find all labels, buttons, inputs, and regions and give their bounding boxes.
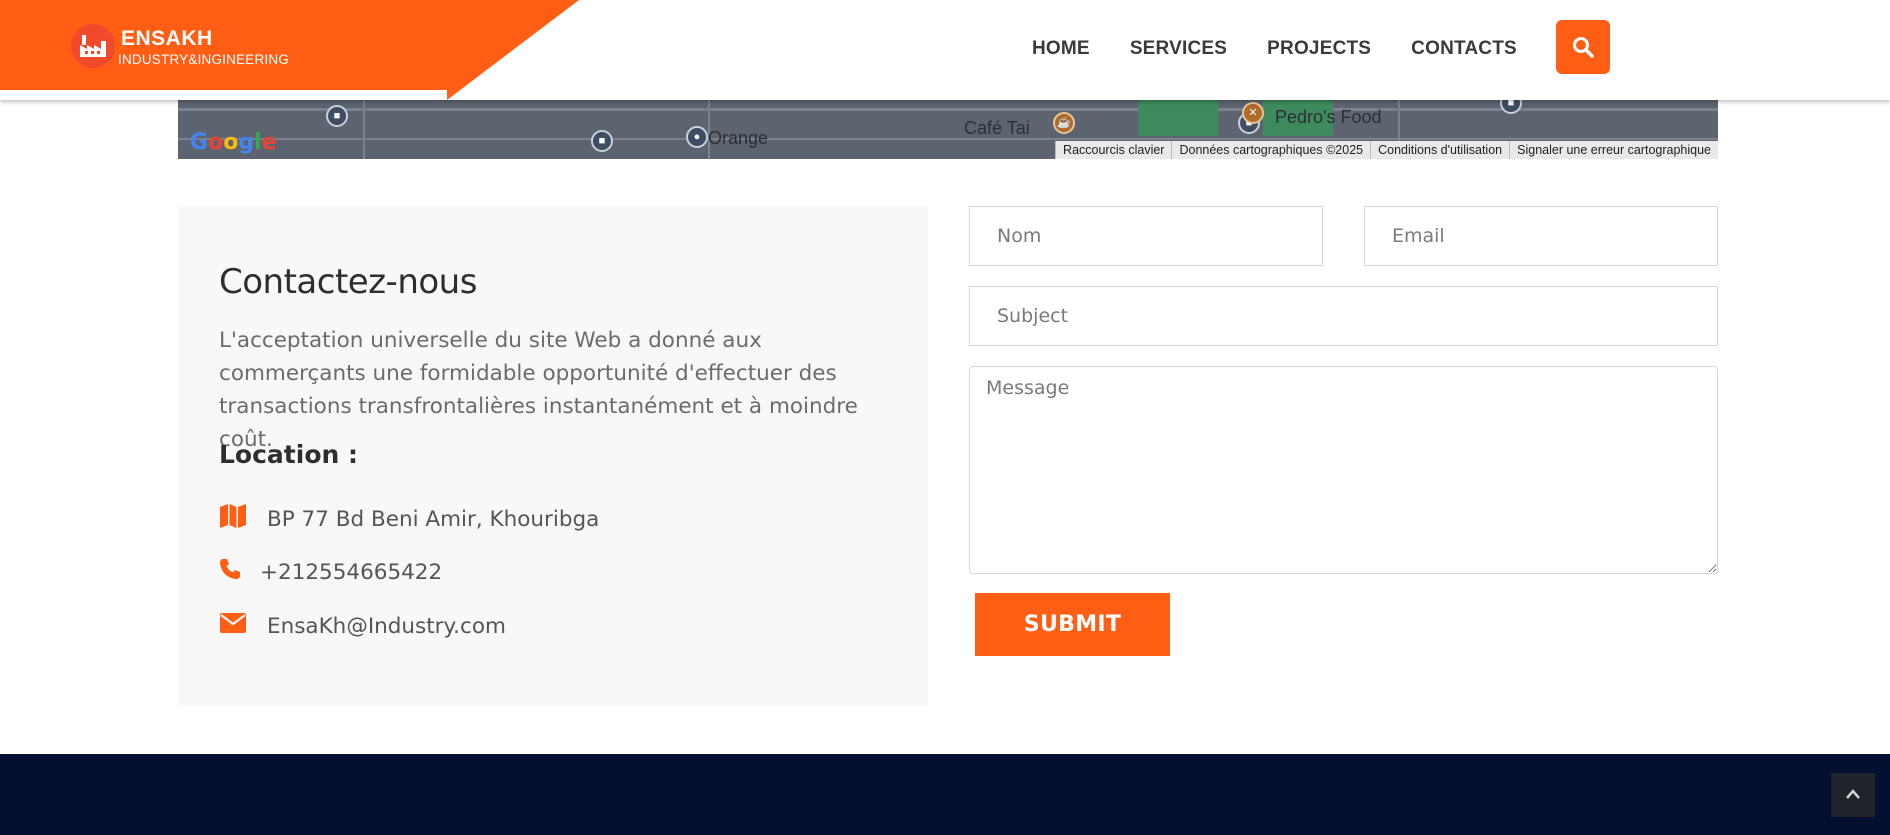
address-row: BP 77 Bd Beni Amir, Khouribga <box>219 503 599 535</box>
back-to-top-button[interactable] <box>1831 773 1875 817</box>
contact-heading: Contactez-nous <box>219 262 477 302</box>
address-text: BP 77 Bd Beni Amir, Khouribga <box>267 506 600 532</box>
nav-home[interactable]: HOME <box>1032 38 1090 60</box>
email-text: EnsaKh@Industry.com <box>267 613 506 639</box>
contact-description: L'acceptation universelle du site Web a … <box>219 328 858 452</box>
brand-title[interactable]: ENSAKH <box>121 27 213 51</box>
map-data-label: Données cartographiques ©2025 <box>1171 141 1370 159</box>
logo-triangle <box>447 0 579 100</box>
map-pin[interactable]: ■ <box>326 105 348 127</box>
map-pin[interactable]: ■ <box>591 130 613 152</box>
location-heading: Location : <box>219 440 358 469</box>
logo-block[interactable] <box>0 0 447 100</box>
report-error-link[interactable]: Signaler une erreur cartographique <box>1509 141 1718 159</box>
map-icon <box>219 503 267 535</box>
subject-input[interactable] <box>969 286 1718 346</box>
chevron-up-icon <box>1846 789 1860 799</box>
map-road <box>178 108 1718 111</box>
message-textarea[interactable] <box>969 366 1718 574</box>
nav-contacts[interactable]: CONTACTS <box>1411 38 1517 60</box>
phone-row: +212554665422 <box>219 558 442 586</box>
map-pin-orange[interactable]: ● <box>686 126 708 148</box>
site-footer <box>0 754 1890 835</box>
search-button[interactable] <box>1556 20 1610 74</box>
phone-text: +212554665422 <box>260 559 443 585</box>
site-header: ENSAKH INDUSTRY&INGINEERING HOME SERVICE… <box>0 0 1890 100</box>
nav-services[interactable]: SERVICES <box>1130 38 1227 60</box>
main-nav: HOME SERVICES PROJECTS CONTACTS <box>1032 38 1557 60</box>
name-input[interactable] <box>969 206 1323 266</box>
brand-subtitle: INDUSTRY&INGINEERING <box>118 52 290 67</box>
email-row: EnsaKh@Industry.com <box>219 612 506 640</box>
email-input[interactable] <box>1364 206 1718 266</box>
map-label-cafe: Café Tai <box>964 118 1030 138</box>
map-label-orange: Orange <box>708 128 769 148</box>
factory-icon <box>71 24 115 68</box>
nav-projects[interactable]: PROJECTS <box>1267 38 1371 60</box>
keyboard-shortcuts-link[interactable]: Raccourcis clavier <box>1055 141 1171 159</box>
map-pin-food[interactable]: ✕ <box>1242 102 1264 124</box>
terms-link[interactable]: Conditions d'utilisation <box>1370 141 1509 159</box>
contact-info-panel: Contactez-nous L'acceptation universelle… <box>178 206 928 706</box>
search-icon <box>1573 37 1594 58</box>
envelope-icon <box>219 612 267 640</box>
map-road <box>178 138 1718 140</box>
submit-button[interactable]: SUBMIT <box>975 593 1170 656</box>
google-logo[interactable]: Google <box>190 130 277 155</box>
map-attribution: Raccourcis clavier Données cartographiqu… <box>1055 141 1718 159</box>
map-pin-cafe[interactable]: ☕ <box>1053 112 1075 134</box>
map-label-food: Pedro's Food <box>1275 107 1382 127</box>
logo-divider <box>0 90 447 100</box>
phone-icon <box>219 558 260 586</box>
